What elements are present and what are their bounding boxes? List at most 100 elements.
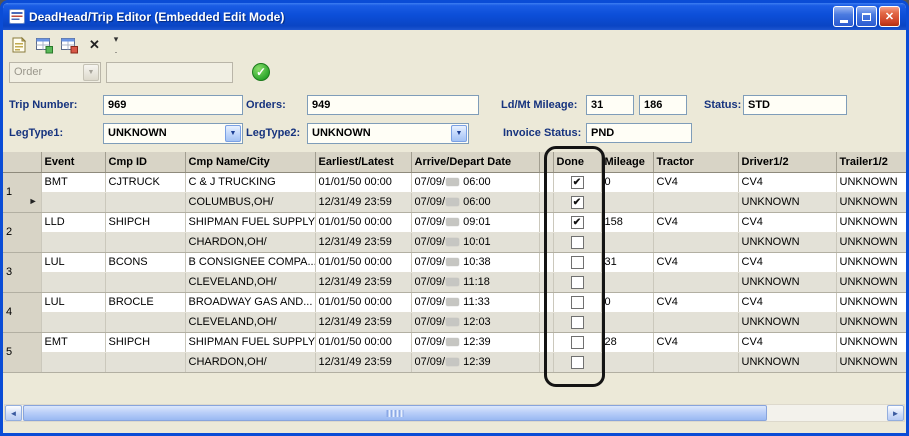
column-header-driver1-2[interactable]: Driver1/2 <box>738 152 836 172</box>
cell-cmp-id[interactable]: SHIPCH <box>105 212 185 232</box>
cell-arrive-date[interactable]: 07/09/ 09:01 <box>411 212 539 232</box>
cell-mileage[interactable]: 31 <box>601 252 653 272</box>
cell-tractor[interactable]: CV4 <box>653 172 738 192</box>
done-checkbox[interactable]: ✔ <box>571 216 584 229</box>
cell-mileage-blank[interactable] <box>601 352 653 372</box>
done-checkbox[interactable] <box>571 316 584 329</box>
row-header-5[interactable]: 5 <box>3 332 41 372</box>
cell-done-depart[interactable] <box>553 352 601 372</box>
cell-done-arrive[interactable] <box>553 292 601 312</box>
minimize-button[interactable] <box>833 6 854 27</box>
cell-depart-date[interactable]: 07/09/ 11:18 <box>411 272 539 292</box>
cell-cmp-city[interactable]: CHARDON,OH/ <box>185 352 315 372</box>
cell-trailer2[interactable]: UNKNOWN <box>836 312 906 332</box>
cell-tractor[interactable]: CV4 <box>653 332 738 352</box>
cell-driver2[interactable]: UNKNOWN <box>738 312 836 332</box>
cell-mileage-blank[interactable] <box>601 192 653 212</box>
cell-tractor-blank[interactable] <box>653 192 738 212</box>
column-header-earliest-latest[interactable]: Earliest/Latest <box>315 152 411 172</box>
orders-field[interactable]: 949 <box>307 95 479 115</box>
cell-cmp-name[interactable]: B CONSIGNEE COMPA... <box>185 252 315 272</box>
cell-flag[interactable] <box>539 172 553 192</box>
cell-tractor-blank[interactable] <box>653 232 738 252</box>
column-header-event[interactable]: Event <box>41 152 105 172</box>
cell-flag-blank[interactable] <box>539 192 553 212</box>
cell-mileage[interactable]: 158 <box>601 212 653 232</box>
cell-event[interactable]: LLD <box>41 212 105 232</box>
cell-flag-blank[interactable] <box>539 232 553 252</box>
cell-driver1[interactable]: CV4 <box>738 172 836 192</box>
done-checkbox[interactable] <box>571 256 584 269</box>
cell-done-depart[interactable] <box>553 232 601 252</box>
row-header-1[interactable]: 1► <box>3 172 41 212</box>
cell-tractor-blank[interactable] <box>653 272 738 292</box>
cell-earliest[interactable]: 01/01/50 00:00 <box>315 332 411 352</box>
cell-cmp-id[interactable]: SHIPCH <box>105 332 185 352</box>
cell-depart-date[interactable]: 07/09/ 10:01 <box>411 232 539 252</box>
scrollbar-thumb[interactable] <box>23 405 767 421</box>
cell-flag[interactable] <box>539 332 553 352</box>
status-field[interactable]: STD <box>743 95 847 115</box>
cell-event-blank[interactable] <box>41 352 105 372</box>
new-record-button[interactable] <box>8 33 31 56</box>
cell-cmp-id-blank[interactable] <box>105 312 185 332</box>
cell-mileage-blank[interactable] <box>601 232 653 252</box>
cell-tractor[interactable]: CV4 <box>653 212 738 232</box>
cell-event-blank[interactable] <box>41 232 105 252</box>
cell-cmp-id-blank[interactable] <box>105 352 185 372</box>
cell-cmp-city[interactable]: COLUMBUS,OH/ <box>185 192 315 212</box>
maximize-button[interactable] <box>856 6 877 27</box>
cell-cmp-city[interactable]: CLEVELAND,OH/ <box>185 272 315 292</box>
column-header--[interactable]: ! <box>539 152 553 172</box>
done-checkbox[interactable] <box>571 336 584 349</box>
cell-flag-blank[interactable] <box>539 312 553 332</box>
cell-done-arrive[interactable]: ✔ <box>553 172 601 192</box>
done-checkbox[interactable] <box>571 276 584 289</box>
cell-trailer2[interactable]: UNKNOWN <box>836 272 906 292</box>
cell-cmp-id[interactable]: BCONS <box>105 252 185 272</box>
cell-trailer1[interactable]: UNKNOWN <box>836 292 906 312</box>
order-type-combo[interactable]: Order ▼ <box>9 62 101 83</box>
invoice-status-field[interactable]: PND <box>586 123 692 143</box>
column-header-arrive-depart-date[interactable]: Arrive/Depart Date <box>411 152 539 172</box>
cell-flag-blank[interactable] <box>539 272 553 292</box>
titlebar[interactable]: DeadHead/Trip Editor (Embedded Edit Mode… <box>3 3 906 30</box>
cell-arrive-date[interactable]: 07/09/ 12:39 <box>411 332 539 352</box>
done-checkbox[interactable] <box>571 236 584 249</box>
cell-trailer2[interactable]: UNKNOWN <box>836 232 906 252</box>
close-button[interactable]: ✕ <box>879 6 900 27</box>
insert-leg-alt-button[interactable] <box>58 33 81 56</box>
cell-tractor[interactable]: CV4 <box>653 252 738 272</box>
cell-cmp-id[interactable]: BROCLE <box>105 292 185 312</box>
row-header-2[interactable]: 2 <box>3 212 41 252</box>
cell-done-arrive[interactable] <box>553 252 601 272</box>
cell-arrive-date[interactable]: 07/09/ 11:33 <box>411 292 539 312</box>
cell-driver2[interactable]: UNKNOWN <box>738 192 836 212</box>
cell-done-depart[interactable] <box>553 272 601 292</box>
chevron-down-icon[interactable]: ▼ <box>225 125 241 142</box>
cell-arrive-date[interactable]: 07/09/ 06:00 <box>411 172 539 192</box>
cell-cmp-city[interactable]: CLEVELAND,OH/ <box>185 312 315 332</box>
insert-leg-button[interactable] <box>33 33 56 56</box>
cell-driver1[interactable]: CV4 <box>738 332 836 352</box>
cell-mileage-blank[interactable] <box>601 272 653 292</box>
cell-driver1[interactable]: CV4 <box>738 212 836 232</box>
cell-earliest[interactable]: 01/01/50 00:00 <box>315 172 411 192</box>
cell-flag[interactable] <box>539 212 553 232</box>
cell-cmp-id[interactable]: CJTRUCK <box>105 172 185 192</box>
cell-cmp-name[interactable]: SHIPMAN FUEL SUPPLY <box>185 332 315 352</box>
done-checkbox[interactable]: ✔ <box>571 176 584 189</box>
column-header-done[interactable]: Done <box>553 152 601 172</box>
cell-trailer2[interactable]: UNKNOWN <box>836 192 906 212</box>
cell-event-blank[interactable] <box>41 192 105 212</box>
order-number-input[interactable] <box>106 62 233 83</box>
cell-latest[interactable]: 12/31/49 23:59 <box>315 352 411 372</box>
horizontal-scrollbar[interactable]: ◄ ► <box>4 404 905 422</box>
done-checkbox[interactable] <box>571 296 584 309</box>
toolbar-overflow-button[interactable]: ▾. <box>110 34 122 55</box>
cell-latest[interactable]: 12/31/49 23:59 <box>315 192 411 212</box>
column-header-row-selector[interactable] <box>3 152 41 172</box>
cell-depart-date[interactable]: 07/09/ 06:00 <box>411 192 539 212</box>
cell-driver2[interactable]: UNKNOWN <box>738 232 836 252</box>
ld-mileage-field[interactable]: 31 <box>586 95 634 115</box>
